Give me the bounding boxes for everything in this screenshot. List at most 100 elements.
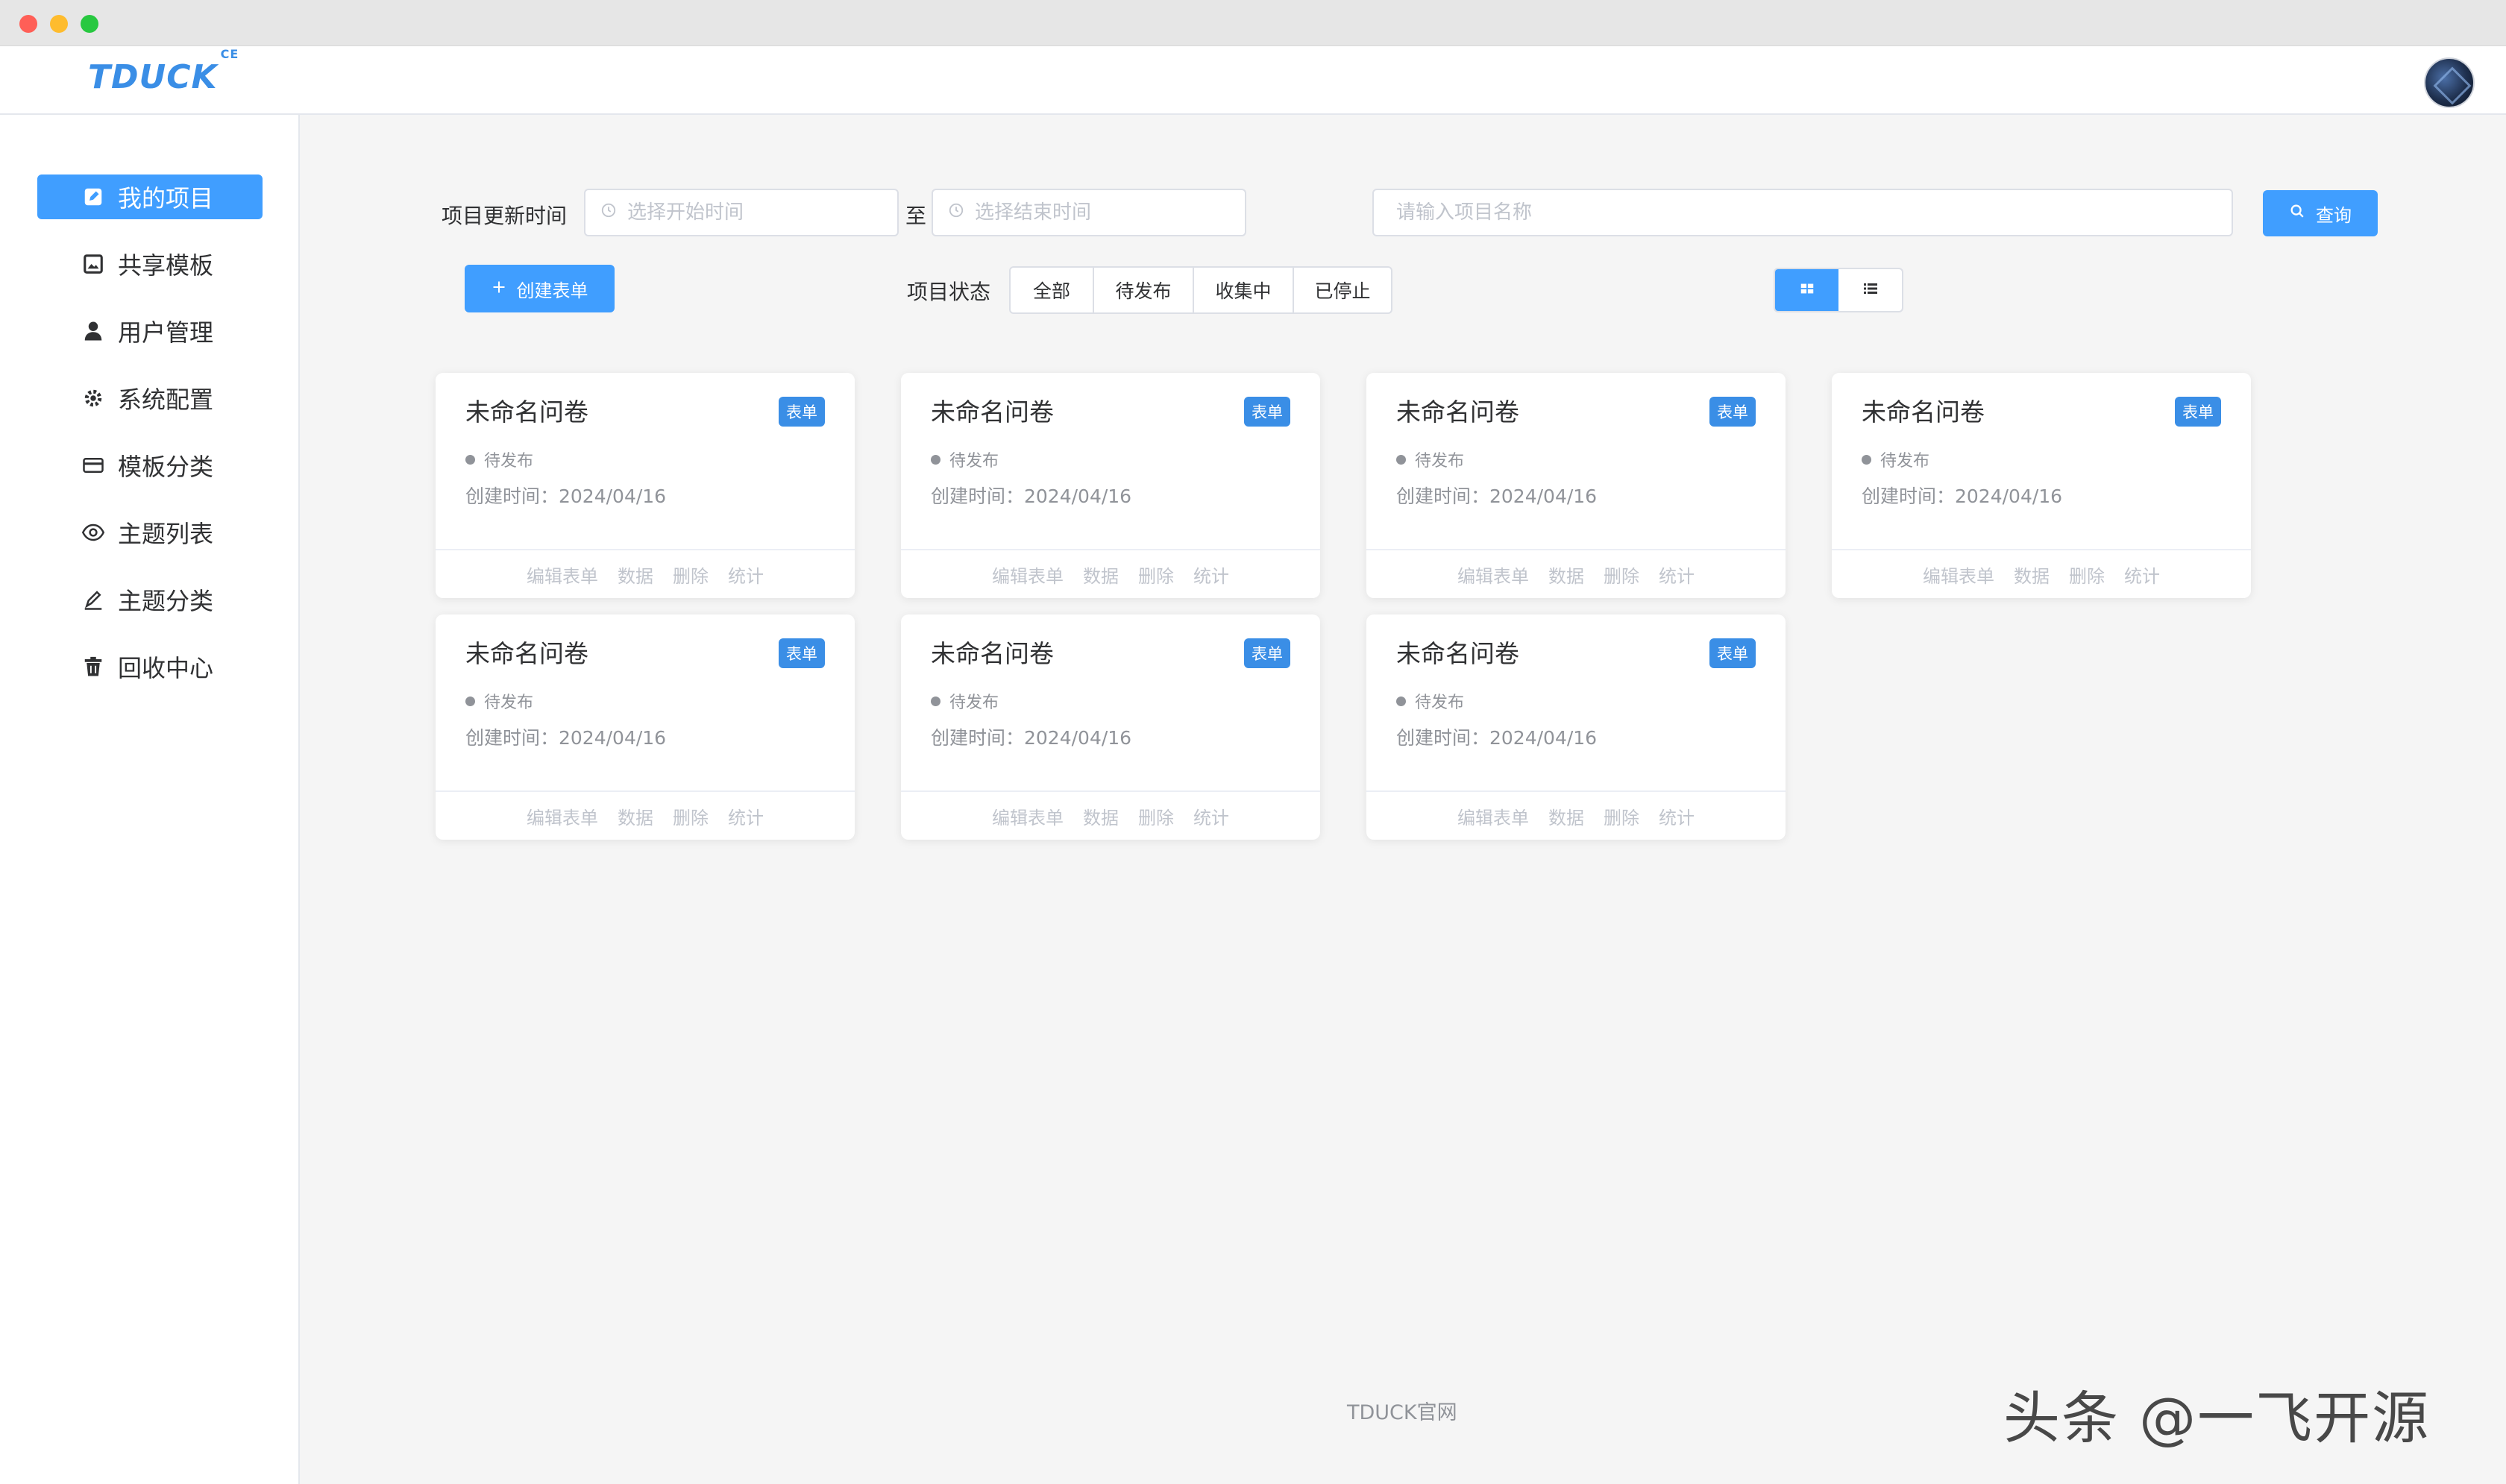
official-site-link[interactable]: TDUCK官网 xyxy=(1347,1396,1457,1425)
project-card[interactable]: 未命名问卷 表单 待发布 创建时间：2024/04/16 编辑表单 数据 删除 … xyxy=(1832,373,2251,598)
trash-icon xyxy=(82,655,104,678)
edit-form-link[interactable]: 编辑表单 xyxy=(1923,562,1994,588)
close-window-button[interactable] xyxy=(19,15,37,33)
project-name-search[interactable] xyxy=(1372,189,2233,236)
start-date-input[interactable] xyxy=(627,201,897,224)
edit-form-link[interactable]: 编辑表单 xyxy=(1457,803,1529,829)
clock-icon xyxy=(948,201,964,224)
status-option-stopped[interactable]: 已停止 xyxy=(1294,268,1391,312)
sidebar-item-user-management[interactable]: 用户管理 xyxy=(37,309,263,353)
data-link[interactable]: 数据 xyxy=(618,562,653,588)
status-option-all[interactable]: 全部 xyxy=(1011,268,1094,312)
stats-link[interactable]: 统计 xyxy=(1659,803,1695,829)
card-created-time: 创建时间：2024/04/16 xyxy=(931,727,1132,749)
stats-link[interactable]: 统计 xyxy=(2124,562,2160,588)
form-tag: 表单 xyxy=(1709,397,1756,427)
card-status-text: 待发布 xyxy=(1415,452,1465,471)
card-status-text: 待发布 xyxy=(484,694,534,712)
card-title: 未命名问卷 xyxy=(931,397,1054,427)
form-tag: 表单 xyxy=(779,638,825,668)
logo-superscript: CE xyxy=(220,47,239,62)
delete-link[interactable]: 删除 xyxy=(1604,562,1639,588)
form-tag: 表单 xyxy=(1244,397,1290,427)
stats-link[interactable]: 统计 xyxy=(1193,562,1229,588)
card-title: 未命名问卷 xyxy=(1396,397,1519,427)
sidebar-item-theme-list[interactable]: 主题列表 xyxy=(37,510,263,555)
edit-form-link[interactable]: 编辑表单 xyxy=(527,562,598,588)
edit-form-link[interactable]: 编辑表单 xyxy=(992,562,1064,588)
delete-link[interactable]: 删除 xyxy=(673,803,709,829)
watermark: 头条 @一飞开源 xyxy=(2003,1385,2431,1451)
status-dot-icon xyxy=(931,454,940,465)
stats-link[interactable]: 统计 xyxy=(1659,562,1695,588)
maximize-window-button[interactable] xyxy=(81,15,98,33)
data-link[interactable]: 数据 xyxy=(2014,562,2050,588)
stats-link[interactable]: 统计 xyxy=(728,562,764,588)
project-card[interactable]: 未命名问卷 表单 待发布 创建时间：2024/04/16 编辑表单 数据 删除 … xyxy=(436,373,855,598)
sidebar-item-shared-templates[interactable]: 共享模板 xyxy=(37,242,263,286)
project-name-input[interactable] xyxy=(1396,201,2232,224)
sidebar: 我的项目 共享模板 用户管理 系统配置 模板分类 主题列表 主题分类 回收中心 xyxy=(0,115,300,1484)
grid-view-button[interactable] xyxy=(1775,269,1838,311)
card-status-text: 待发布 xyxy=(484,452,534,471)
card-status: 待发布 xyxy=(1396,447,1464,471)
list-view-button[interactable] xyxy=(1838,269,1902,311)
edit-form-link[interactable]: 编辑表单 xyxy=(527,803,598,829)
card-status: 待发布 xyxy=(931,447,999,471)
end-date-input[interactable] xyxy=(975,201,1245,224)
end-date-picker[interactable] xyxy=(932,189,1246,236)
data-link[interactable]: 数据 xyxy=(1083,803,1119,829)
logo[interactable]: TDUCKCE xyxy=(88,47,239,96)
sidebar-item-label: 主题分类 xyxy=(118,587,214,615)
start-date-picker[interactable] xyxy=(584,189,899,236)
sidebar-item-recycle-center[interactable]: 回收中心 xyxy=(37,644,263,689)
sidebar-item-theme-categories[interactable]: 主题分类 xyxy=(37,577,263,622)
sidebar-item-label: 主题列表 xyxy=(118,520,214,548)
delete-link[interactable]: 删除 xyxy=(1138,803,1174,829)
form-tag: 表单 xyxy=(2175,397,2221,427)
status-dot-icon xyxy=(931,696,940,706)
status-dot-icon xyxy=(1396,696,1406,706)
edit-form-link[interactable]: 编辑表单 xyxy=(992,803,1064,829)
stats-link[interactable]: 统计 xyxy=(728,803,764,829)
card-status: 待发布 xyxy=(465,689,533,713)
edit-form-link[interactable]: 编辑表单 xyxy=(1457,562,1529,588)
data-link[interactable]: 数据 xyxy=(1548,562,1584,588)
data-link[interactable]: 数据 xyxy=(618,803,653,829)
status-dot-icon xyxy=(1862,454,1871,465)
project-card[interactable]: 未命名问卷 表单 待发布 创建时间：2024/04/16 编辑表单 数据 删除 … xyxy=(1366,614,1786,840)
card-created-time: 创建时间：2024/04/16 xyxy=(1396,485,1598,507)
sidebar-item-template-categories[interactable]: 模板分类 xyxy=(37,443,263,488)
query-button[interactable]: 查询 xyxy=(2263,190,2378,236)
card-created-time: 创建时间：2024/04/16 xyxy=(931,485,1132,507)
project-card[interactable]: 未命名问卷 表单 待发布 创建时间：2024/04/16 编辑表单 数据 删除 … xyxy=(436,614,855,840)
delete-link[interactable]: 删除 xyxy=(1604,803,1639,829)
form-tag: 表单 xyxy=(1244,638,1290,668)
minimize-window-button[interactable] xyxy=(50,15,68,33)
project-card[interactable]: 未命名问卷 表单 待发布 创建时间：2024/04/16 编辑表单 数据 删除 … xyxy=(901,373,1320,598)
status-dot-icon xyxy=(465,454,475,465)
project-card[interactable]: 未命名问卷 表单 待发布 创建时间：2024/04/16 编辑表单 数据 删除 … xyxy=(901,614,1320,840)
create-form-button[interactable]: 创建表单 xyxy=(465,265,615,312)
delete-link[interactable]: 删除 xyxy=(2069,562,2105,588)
image-icon xyxy=(82,253,104,275)
card-actions: 编辑表单 数据 删除 统计 xyxy=(1366,549,1786,598)
status-option-pending[interactable]: 待发布 xyxy=(1094,268,1194,312)
plus-icon xyxy=(492,278,506,299)
update-time-label: 项目更新时间 xyxy=(442,204,568,228)
window-titlebar xyxy=(0,0,2506,46)
project-card[interactable]: 未命名问卷 表单 待发布 创建时间：2024/04/16 编辑表单 数据 删除 … xyxy=(1366,373,1786,598)
card-created-time: 创建时间：2024/04/16 xyxy=(1862,485,2063,507)
sidebar-item-system-config[interactable]: 系统配置 xyxy=(37,376,263,421)
avatar[interactable] xyxy=(2424,57,2475,108)
sidebar-item-my-projects[interactable]: 我的项目 xyxy=(37,175,263,219)
data-link[interactable]: 数据 xyxy=(1083,562,1119,588)
status-option-collecting[interactable]: 收集中 xyxy=(1194,268,1294,312)
data-link[interactable]: 数据 xyxy=(1548,803,1584,829)
stats-link[interactable]: 统计 xyxy=(1193,803,1229,829)
card-status: 待发布 xyxy=(931,689,999,713)
delete-link[interactable]: 删除 xyxy=(673,562,709,588)
delete-link[interactable]: 删除 xyxy=(1138,562,1174,588)
query-button-label: 查询 xyxy=(2316,204,2352,226)
view-toggle xyxy=(1774,268,1903,312)
